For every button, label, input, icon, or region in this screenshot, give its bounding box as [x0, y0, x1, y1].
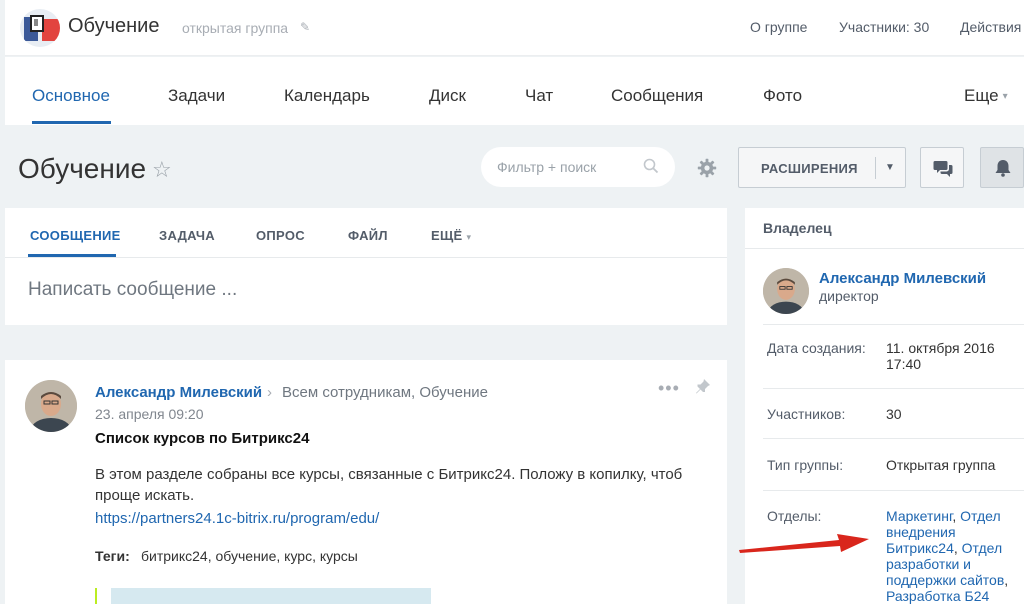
attachment-preview[interactable]: [111, 588, 431, 604]
avatar[interactable]: [25, 380, 77, 432]
group-type-label: Тип группы:: [767, 457, 844, 473]
members-label: Участников:: [767, 406, 846, 422]
post-title: Список курсов по Битрикс24: [95, 430, 310, 447]
extensions-label: РАСШИРЕНИЯ: [761, 161, 858, 176]
main-nav: Основное Задачи Календарь Диск Чат Сообщ…: [5, 57, 1024, 125]
chevron-down-icon: ▾: [466, 232, 472, 242]
group-title[interactable]: Обучение: [68, 15, 159, 38]
pencil-icon[interactable]: ✎: [300, 20, 310, 34]
composer-tab-task[interactable]: ЗАДАЧА: [159, 228, 215, 243]
about-group-link[interactable]: О группе: [750, 19, 807, 35]
search-input[interactable]: [497, 159, 637, 175]
composer-tab-message[interactable]: СООБЩЕНИЕ: [30, 228, 121, 243]
divider: [763, 388, 1024, 389]
tab-main[interactable]: Основное: [32, 86, 110, 106]
bell-icon: [995, 160, 1011, 177]
page-title: Обучение: [18, 153, 147, 184]
chevron-right-icon: ›: [267, 384, 272, 401]
group-type: открытая группа: [182, 20, 289, 36]
pin-icon[interactable]: [695, 378, 711, 394]
department-link[interactable]: Маркетинг: [886, 508, 952, 524]
tab-disk[interactable]: Диск: [429, 86, 466, 106]
gear-icon[interactable]: [697, 158, 717, 178]
search-box[interactable]: [481, 147, 675, 187]
group-logo-icon[interactable]: [20, 9, 60, 47]
post-link[interactable]: https://partners24.1c-bitrix.ru/program/…: [95, 510, 379, 527]
post-author[interactable]: Александр Милевский: [95, 384, 262, 401]
more-dots-icon[interactable]: •••: [658, 378, 680, 399]
divider: [763, 438, 1024, 439]
members-value: 30: [886, 406, 902, 422]
chevron-down-icon[interactable]: ▼: [885, 162, 895, 173]
tab-more[interactable]: Еще ▾: [964, 86, 1008, 106]
created-label: Дата создания:: [767, 340, 866, 356]
owner-name[interactable]: Александр Милевский: [819, 270, 986, 287]
owner-heading: Владелец: [763, 220, 832, 236]
divider: [5, 257, 727, 258]
search-icon[interactable]: [643, 158, 659, 174]
group-header: Обучение открытая группа ✎ О группе Учас…: [5, 0, 1024, 56]
actions-link[interactable]: Действия: [960, 19, 1021, 35]
divider: [875, 157, 876, 179]
composer-tab-poll[interactable]: ОПРОС: [256, 228, 305, 243]
composer-tab-file[interactable]: ФАЙЛ: [348, 228, 388, 243]
message-input[interactable]: Написать сообщение ...: [28, 279, 237, 301]
departments-list: Маркетинг, Отдел внедрения Битрикс24, От…: [886, 508, 1009, 604]
chat-icon: [933, 161, 953, 177]
notifications-button[interactable]: [980, 147, 1024, 188]
department-link[interactable]: Разработка Б24: [886, 588, 989, 604]
divider: [763, 324, 1024, 325]
tab-messages[interactable]: Сообщения: [611, 86, 703, 106]
tab-more-label: Еще: [964, 86, 999, 105]
chat-button[interactable]: [920, 147, 964, 188]
chevron-down-icon: ▾: [1002, 91, 1008, 102]
post-date[interactable]: 23. апреля 09:20: [95, 406, 204, 422]
tags-label: Теги:: [95, 548, 130, 564]
created-value: 11. октября 2016 17:40: [886, 340, 995, 372]
tab-chat[interactable]: Чат: [525, 86, 553, 106]
composer-tab-more[interactable]: ЕЩЁ ▾: [431, 228, 471, 243]
post-composer: СООБЩЕНИЕ ЗАДАЧА ОПРОС ФАЙЛ ЕЩЁ ▾ Написа…: [5, 208, 727, 325]
divider: [745, 248, 1024, 249]
tab-calendar[interactable]: Календарь: [284, 86, 370, 106]
annotation-arrow-icon: [739, 534, 869, 553]
extensions-button[interactable]: РАСШИРЕНИЯ ▼: [738, 147, 906, 188]
tab-photo[interactable]: Фото: [763, 86, 802, 106]
star-icon[interactable]: ☆: [152, 157, 172, 183]
post-body: В этом разделе собраны все курсы, связан…: [95, 466, 683, 504]
quote-bar: [95, 588, 97, 604]
group-type-value: Открытая группа: [886, 457, 996, 473]
avatar[interactable]: [763, 268, 809, 314]
owner-position: директор: [819, 288, 879, 304]
members-link[interactable]: Участники: 30: [839, 19, 929, 35]
tab-tasks[interactable]: Задачи: [168, 86, 225, 106]
post-destination[interactable]: Всем сотрудникам, Обучение: [282, 384, 488, 401]
active-tab-indicator: [32, 121, 111, 124]
feed-post: Александр Милевский › Всем сотрудникам, …: [5, 360, 727, 604]
composer-tab-more-label: ЕЩЁ: [431, 228, 463, 243]
tags-list[interactable]: битрикс24, обучение, курс, курсы: [141, 548, 358, 564]
divider: [763, 490, 1024, 491]
